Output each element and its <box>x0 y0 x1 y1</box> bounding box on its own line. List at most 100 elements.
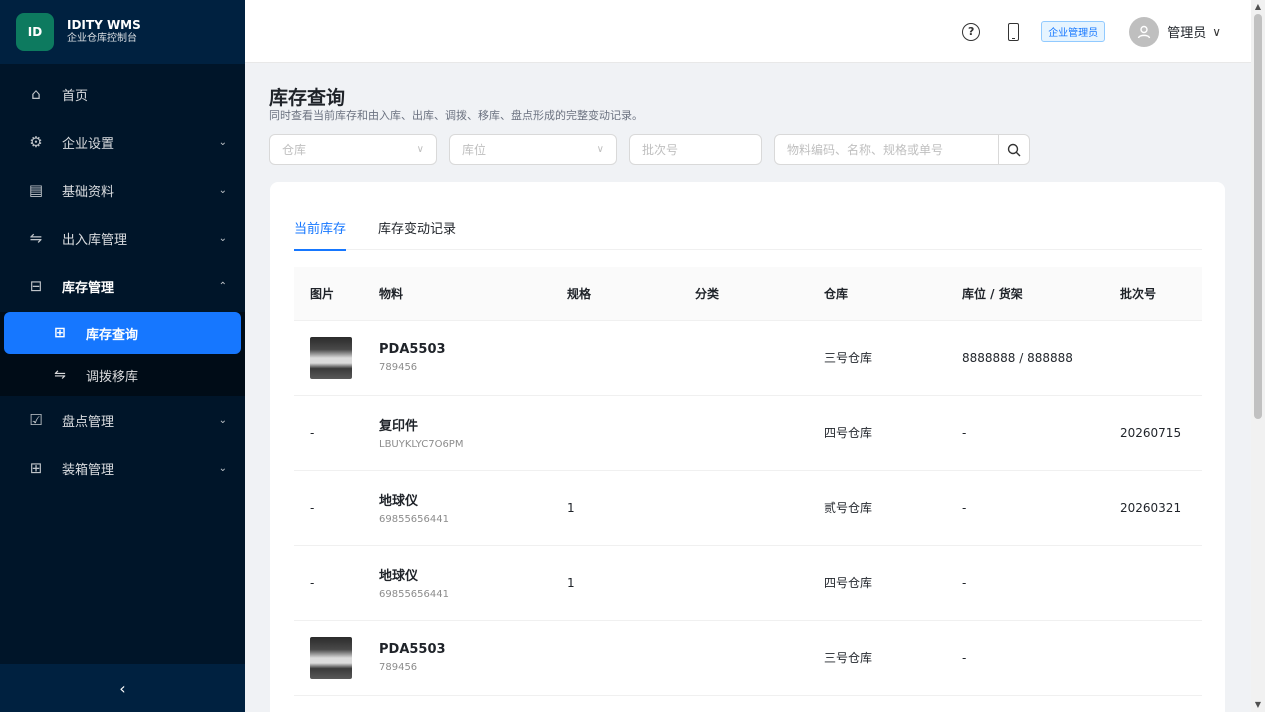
inbox-icon: ⊟ <box>29 277 43 295</box>
scroll-down-icon[interactable]: ▼ <box>1251 698 1265 712</box>
batch-input[interactable]: 批次号 <box>629 134 762 165</box>
inventory-submenu: ⊞ 库存查询 ⇋ 调拨移库 <box>0 312 245 396</box>
cell-warehouse: 贰号仓库 <box>808 470 946 546</box>
sidebar-item-company-settings[interactable]: ⚙ 企业设置 ⌄ <box>0 118 245 166</box>
mobile-icon[interactable] <box>1008 22 1020 41</box>
cell-image: - <box>294 545 363 621</box>
chevron-left-icon: ‹ <box>119 678 126 698</box>
column-header-image: 图片 <box>294 267 363 321</box>
cell-location: - <box>946 395 1104 471</box>
sidebar-item-in-out[interactable]: ⇋ 出入库管理 ⌄ <box>0 214 245 262</box>
sidebar-menu: ⌂ 首页 ⚙ 企业设置 ⌄ ▤ 基础资料 ⌄ ⇋ 出入库管理 ⌄ ⊟ 库存管理 … <box>0 64 245 492</box>
sidebar-item-packing[interactable]: ⊞ 装箱管理 ⌄ <box>0 444 245 492</box>
chevron-down-icon: ⌄ <box>218 232 227 244</box>
cell-spec <box>551 320 679 396</box>
user-icon <box>1137 25 1151 38</box>
cell-material: 复印件 LBUYKLYC7O6PM <box>363 395 551 471</box>
header-actions: ? 企业管理员 管理员 ∨ <box>962 0 1221 63</box>
material-name: 复印件 <box>379 419 419 434</box>
tab-bar: 当前库存 库存变动记录 <box>294 210 1202 251</box>
brand-logo: ID <box>16 13 54 51</box>
column-header-batch: 批次号 <box>1104 267 1202 321</box>
gear-icon: ⚙ <box>29 133 43 151</box>
material-code: 789456 <box>379 662 418 673</box>
material-code: 69855656441 <box>379 514 449 525</box>
sidebar-item-stocktake[interactable]: ☑ 盘点管理 ⌄ <box>0 396 245 444</box>
chevron-down-icon[interactable]: ∨ <box>1212 25 1221 39</box>
sidebar-item-home[interactable]: ⌂ 首页 <box>0 70 245 118</box>
brand-subtitle: 企业仓库控制台 <box>67 33 137 44</box>
sidebar-item-basic-data[interactable]: ▤ 基础资料 ⌄ <box>0 166 245 214</box>
cell-location: 8888888 / 888888 <box>946 320 1104 396</box>
sidebar-item-inventory-query[interactable]: ⊞ 库存查询 <box>4 312 241 354</box>
cell-image <box>294 620 363 696</box>
search-input[interactable]: 物料编码、名称、规格或单号 <box>774 134 999 165</box>
cell-warehouse: 四号仓库 <box>808 545 946 621</box>
cell-batch <box>1104 320 1202 396</box>
warehouse-select[interactable]: 仓库 ∨ <box>269 134 437 165</box>
cell-image <box>294 320 363 396</box>
table-row[interactable]: - 地球仪 69855656441 1 贰号仓库 - 20260321 <box>294 470 1202 546</box>
chevron-down-icon: ∨ <box>596 144 604 155</box>
sidebar-item-label: 首页 <box>62 88 89 104</box>
page-description: 同时查看当前库存和由入库、出库、调拨、移库、盘点形成的完整变动记录。 <box>269 109 643 122</box>
search-input-placeholder: 物料编码、名称、规格或单号 <box>787 143 944 157</box>
cell-category <box>679 470 808 546</box>
search-group: 物料编码、名称、规格或单号 <box>774 134 1030 165</box>
product-thumbnail[interactable] <box>310 336 352 379</box>
column-header-spec: 规格 <box>551 267 679 321</box>
table-row[interactable]: - 地球仪 69855656441 1 四号仓库 - <box>294 545 1202 621</box>
scrollbar-thumb[interactable] <box>1254 14 1262 419</box>
table-row[interactable]: PDA5503 789456 三号仓库 - <box>294 620 1202 696</box>
user-name[interactable]: 管理员 <box>1167 22 1206 41</box>
material-name: PDA5503 <box>379 342 446 357</box>
search-icon <box>1007 143 1021 156</box>
chevron-down-icon: ⌄ <box>218 136 227 148</box>
chevron-down-icon: ∨ <box>416 144 424 155</box>
doc-icon: ▤ <box>28 181 44 199</box>
brand-title: IDITY WMS <box>67 18 141 32</box>
chevron-down-icon: ⌄ <box>218 184 227 196</box>
sidebar-item-label: 装箱管理 <box>62 462 115 478</box>
help-icon[interactable]: ? <box>962 22 981 41</box>
sidebar-item-label: 出入库管理 <box>62 232 128 248</box>
material-code: 69855656441 <box>379 589 449 600</box>
chevron-down-icon: ⌄ <box>218 414 227 426</box>
cell-image: - <box>294 470 363 546</box>
cell-warehouse: 三号仓库 <box>808 620 946 696</box>
inventory-card: 当前库存 库存变动记录 图片 物料 规格 分类 仓库 库位 / 货架 批次号 P… <box>270 182 1225 712</box>
material-code: 789456 <box>379 362 418 373</box>
home-icon: ⌂ <box>31 85 41 103</box>
column-header-warehouse: 仓库 <box>808 267 946 321</box>
location-select-placeholder: 库位 <box>462 143 487 157</box>
sidebar: ID IDITY WMS 企业仓库控制台 ⌂ 首页 ⚙ 企业设置 ⌄ ▤ 基础资… <box>0 0 245 712</box>
table-header-row: 图片 物料 规格 分类 仓库 库位 / 货架 批次号 <box>294 267 1202 321</box>
sidebar-collapse-button[interactable]: ‹ <box>0 664 245 712</box>
material-name: PDA5503 <box>379 642 446 657</box>
avatar[interactable] <box>1129 16 1160 47</box>
page-title: 库存查询 <box>269 87 346 109</box>
sidebar-item-label: 库存查询 <box>86 327 139 343</box>
sidebar-item-transfer[interactable]: ⇋ 调拨移库 <box>4 354 241 396</box>
product-thumbnail[interactable] <box>310 636 352 679</box>
cell-category <box>679 545 808 621</box>
column-header-category: 分类 <box>679 267 808 321</box>
brand-text: IDITY WMS 企业仓库控制台 <box>67 18 141 46</box>
cell-material: PDA5503 789456 <box>363 320 551 396</box>
scroll-up-icon[interactable]: ▲ <box>1251 0 1265 14</box>
sidebar-item-inventory[interactable]: ⊟ 库存管理 ⌃ <box>0 262 245 310</box>
location-select[interactable]: 库位 ∨ <box>449 134 617 165</box>
table-row[interactable]: - 复印件 LBUYKLYC7O6PM 四号仓库 - 20260715 <box>294 395 1202 471</box>
cell-location: - <box>946 470 1104 546</box>
search-button[interactable] <box>999 134 1030 165</box>
chevron-down-icon: ⌄ <box>218 462 227 474</box>
cell-batch <box>1104 545 1202 621</box>
page-scrollbar[interactable]: ▲ ▼ <box>1251 0 1265 712</box>
cell-material: PDA5503 789456 <box>363 620 551 696</box>
gift-icon: ⊞ <box>29 459 43 477</box>
tab-current-stock[interactable]: 当前库存 <box>294 210 347 251</box>
tab-stock-changes[interactable]: 库存变动记录 <box>378 210 456 250</box>
sidebar-item-label: 库存管理 <box>62 280 115 296</box>
sidebar-item-label: 盘点管理 <box>62 414 115 430</box>
table-row[interactable]: PDA5503 789456 三号仓库 8888888 / 888888 <box>294 320 1202 396</box>
